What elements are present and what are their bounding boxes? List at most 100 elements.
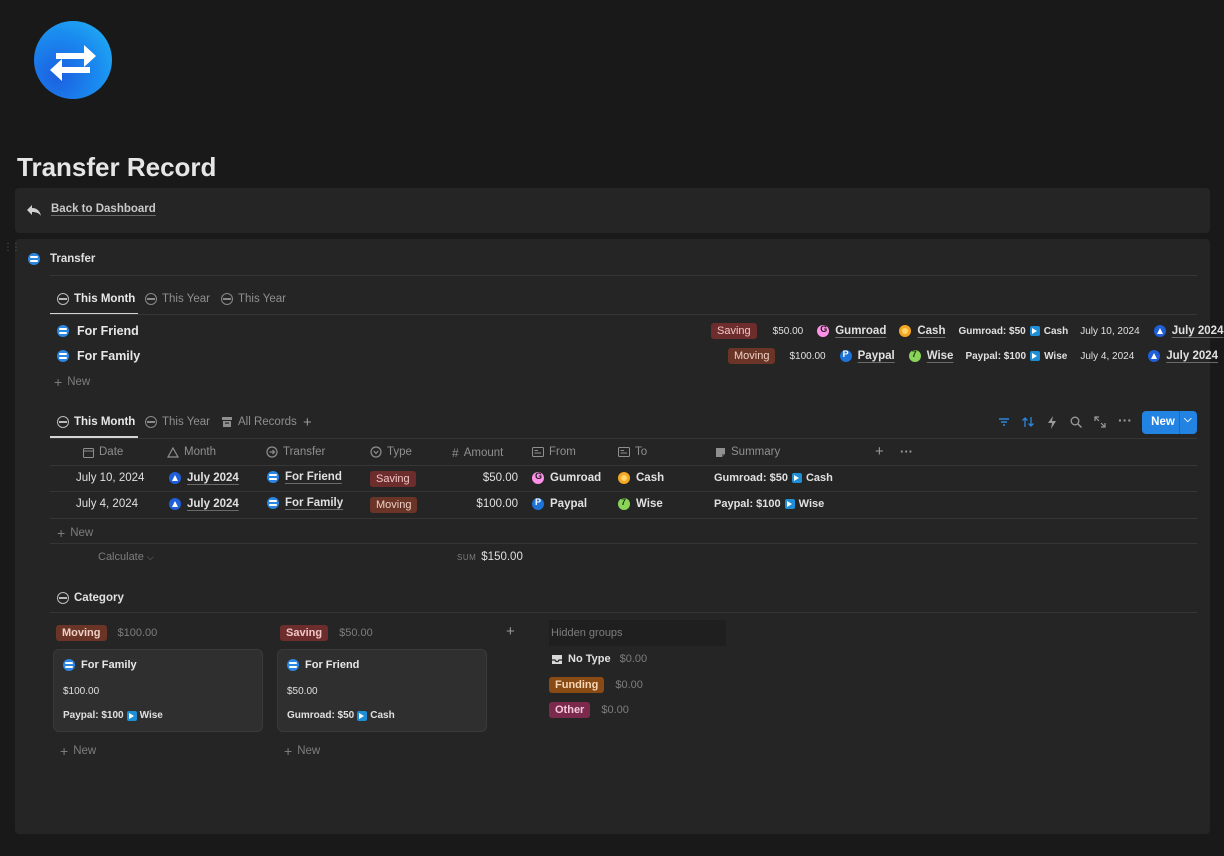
category-section-header[interactable]: Category [57,592,124,604]
amount-value: $100.00 [789,350,826,362]
summary-from: Gumroad: $50 [958,325,1026,337]
summary-doc-icon [716,447,725,457]
board-group-header-saving[interactable]: Saving $50.00 [280,625,373,641]
column-header-date[interactable]: Date [83,446,123,458]
new-card-button[interactable]: + New [60,743,96,759]
tab-this-year-2[interactable]: This Year [221,293,286,305]
chevron-down-icon[interactable]: ⌵ [1184,414,1192,425]
card-summary: Gumroad: $50 Cash [287,710,395,721]
divider [50,491,1197,492]
new-card-button[interactable]: + New [284,743,320,759]
column-header-from[interactable]: From [532,446,576,458]
hidden-group-other[interactable]: Other $0.00 [549,702,629,718]
divider [50,438,1197,439]
board-card[interactable]: For Friend $50.00 Gumroad: $50 Cash [278,650,486,731]
add-column-plus-icon[interactable]: + [875,443,884,460]
tab-this-year[interactable]: This Year [145,293,210,305]
card-amount: $100.00 [63,686,100,697]
column-label: Date [99,446,124,458]
hidden-group-funding[interactable]: Funding $0.00 [549,677,643,693]
list-item[interactable]: For Friend [57,324,139,338]
expand-icon[interactable] [1094,416,1106,428]
month-value[interactable]: July 2024 [1166,350,1218,362]
sum-calculation[interactable]: SUM $150.00 [457,551,523,563]
to-value[interactable]: Wise [927,350,954,362]
text-card-icon [618,447,630,457]
cell-month[interactable]: July 2024 [169,498,239,510]
cell-amount[interactable]: $50.00 [430,472,518,484]
new-label: New [73,745,97,757]
from-value[interactable]: Paypal [858,350,895,362]
cell-date[interactable]: July 4, 2024 [76,498,138,510]
cell-type[interactable]: Saving [370,471,416,487]
transfer-icon [287,659,299,671]
back-to-dashboard-link[interactable]: Back to Dashboard [51,203,156,215]
tab-this-year[interactable]: This Year [145,416,210,428]
tab-label: This Month [74,416,136,428]
search-icon[interactable] [1070,416,1082,428]
column-more-icon[interactable]: ··· [900,444,913,459]
list-item[interactable]: For Family [57,349,140,363]
tab-this-month[interactable]: This Month [57,293,135,305]
calculate-dropdown[interactable]: Calculate ⌵ [98,551,154,563]
cell-amount[interactable]: $100.00 [430,498,518,510]
cell-month[interactable]: July 2024 [169,472,239,484]
cash-icon [618,472,630,484]
column-header-amount[interactable]: # Amount [452,446,503,460]
column-header-to[interactable]: To [618,446,647,458]
more-options-icon[interactable]: ··· [1118,412,1132,428]
group-tag: Funding [549,677,605,693]
column-label: Summary [731,446,781,458]
list-item-properties: Saving $50.00 Gumroad Cash Gumroad: $50 … [711,323,1223,339]
new-record-button[interactable]: New ⌵ [1142,411,1197,434]
column-label: Month [184,446,216,458]
tab-this-month[interactable]: This Month [57,416,135,428]
add-view-plus-icon[interactable]: + [303,414,312,431]
cell-date[interactable]: July 10, 2024 [76,472,144,484]
sort-icon[interactable] [1021,416,1035,428]
summary-to: Cash [370,710,395,721]
paypal-icon [532,497,544,510]
board-group-header-moving[interactable]: Moving $100.00 [56,625,157,641]
column-header-month[interactable]: Month [167,446,216,458]
new-row-button[interactable]: + New [57,525,93,541]
month-value[interactable]: July 2024 [1172,325,1224,337]
cell-to[interactable]: Wise [618,497,663,510]
board-card[interactable]: For Family $100.00 Paypal: $100 Wise [54,650,262,731]
cell-type[interactable]: Moving [370,497,418,513]
cell-from[interactable]: Gumroad [532,471,601,484]
column-label: Type [387,446,412,458]
divider [50,543,1197,544]
tab-label: This Month [74,293,136,305]
column-header-transfer[interactable]: Transfer [266,446,325,458]
automation-lightning-icon[interactable] [1047,416,1057,429]
tab-all-records[interactable]: All Records [221,416,297,428]
cell-transfer[interactable]: For Family [267,497,343,509]
filter-icon[interactable] [998,416,1010,428]
column-header-summary[interactable]: Summary [715,446,780,458]
cell-summary[interactable]: Paypal: $100 Wise [714,498,824,510]
to-value[interactable]: Cash [917,325,945,337]
paypal-icon [839,349,852,362]
column-header-type[interactable]: Type [370,446,412,458]
new-list-item-button[interactable]: + New [54,374,90,390]
hidden-group-no-type[interactable]: No Type $0.00 [551,653,647,665]
tab-label: This Year [238,293,286,305]
globe-icon [57,416,69,428]
cell-from[interactable]: Paypal [532,497,588,510]
transfer-icon [267,471,279,483]
cell-to[interactable]: Cash [618,472,664,484]
drag-handle-icon[interactable]: ⋮⋮ [3,243,21,253]
category-title: Category [74,592,124,604]
add-group-plus-icon[interactable]: + [506,623,515,640]
cell-transfer[interactable]: For Friend [267,471,342,483]
to-value: Wise [636,498,663,510]
from-value[interactable]: Gumroad [835,325,886,337]
arrow-right-icon [784,499,795,509]
new-label: New [70,527,94,539]
type-tag: Moving [370,497,418,513]
button-separator [1179,411,1180,434]
inbox-icon [552,654,562,664]
cell-summary[interactable]: Gumroad: $50 Cash [714,472,833,484]
from-value: Paypal [550,498,588,510]
